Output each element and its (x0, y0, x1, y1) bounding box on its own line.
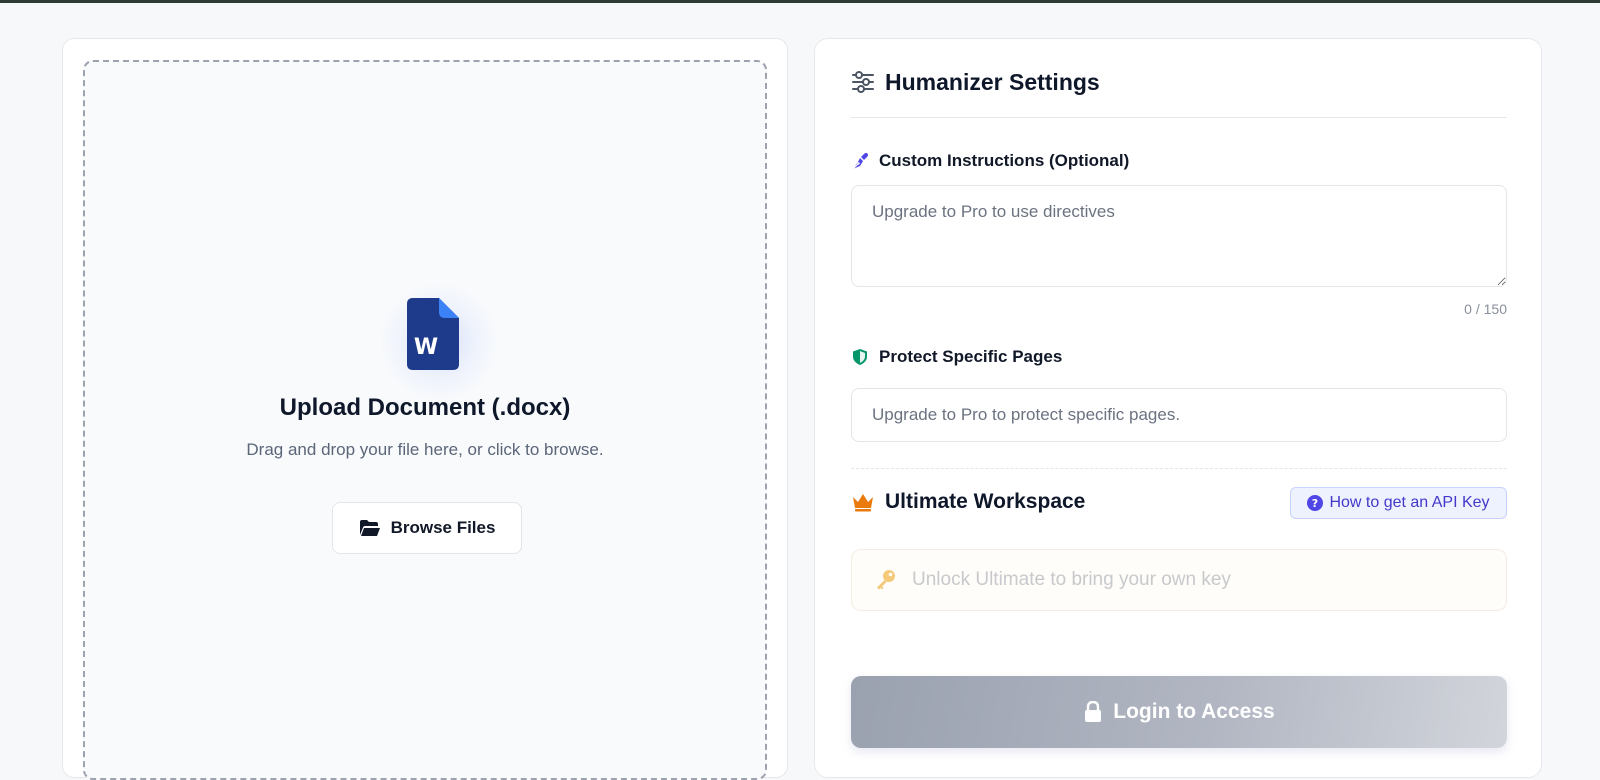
svg-text:?: ? (1312, 497, 1318, 510)
api-key-field (851, 549, 1507, 611)
settings-title: Humanizer Settings (885, 68, 1100, 95)
ultimate-header: Ultimate Workspace (851, 490, 1085, 514)
login-to-access-button[interactable]: Login to Access (851, 676, 1507, 748)
instructions-textarea[interactable] (851, 185, 1507, 287)
api-key-help-label: How to get an API Key (1329, 494, 1490, 511)
pen-nib-icon (852, 152, 868, 170)
top-strip (0, 0, 1600, 3)
upload-title: Upload Document (.docx) (279, 394, 571, 421)
shield-icon (853, 349, 867, 365)
key-icon (877, 570, 895, 590)
char-counter: 0 / 150 (1464, 301, 1507, 317)
question-circle-icon: ? (1307, 495, 1324, 511)
protect-label: Protect Specific Pages (851, 347, 1062, 367)
folder-open-icon (359, 520, 380, 536)
sliders-icon (852, 71, 874, 93)
settings-header: Humanizer Settings (851, 67, 1100, 97)
instructions-label: Custom Instructions (Optional) (851, 151, 1129, 171)
upload-subtitle: Drag and drop your file here, or click t… (246, 440, 604, 459)
settings-card: Humanizer Settings Custom Instructions (… (814, 38, 1542, 778)
upload-card: W Upload Document (.docx) Drag and drop … (62, 38, 788, 780)
api-key-help-link[interactable]: ? How to get an API Key (1290, 487, 1507, 519)
crown-icon (853, 494, 873, 512)
doc-icon-letter: W (414, 335, 438, 360)
header-divider (851, 117, 1507, 118)
browse-files-label: Browse Files (390, 518, 496, 537)
api-key-input[interactable] (910, 568, 1474, 592)
lock-icon (1085, 701, 1102, 722)
protect-label-text: Protect Specific Pages (879, 347, 1063, 366)
instructions-label-text: Custom Instructions (Optional) (879, 151, 1130, 170)
browse-files-button[interactable]: Browse Files (332, 502, 522, 554)
protect-pages-input[interactable] (851, 388, 1507, 442)
section-divider (851, 468, 1507, 469)
upload-dropzone[interactable]: W Upload Document (.docx) Drag and drop … (83, 60, 767, 780)
ultimate-title: Ultimate Workspace (885, 490, 1086, 513)
word-document-icon: W (407, 298, 459, 370)
login-button-label: Login to Access (1113, 700, 1275, 723)
